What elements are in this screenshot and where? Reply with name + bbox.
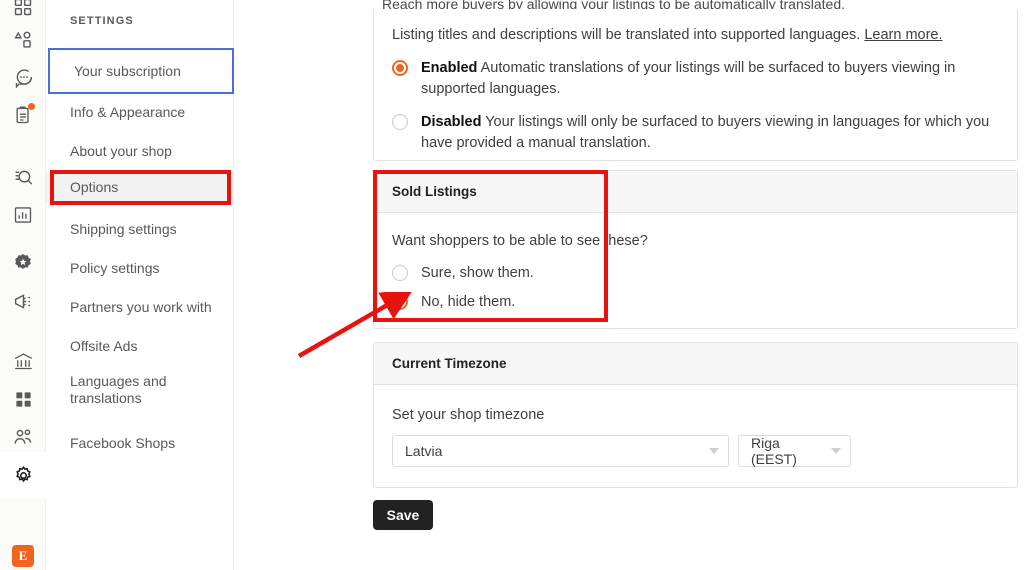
radio-enabled[interactable] <box>392 60 408 76</box>
translations-option-disabled[interactable]: Disabled Your listings will only be surf… <box>392 112 999 154</box>
sidebar-item-label: Info & Appearance <box>70 104 186 120</box>
timezone-country-select[interactable]: Latvia <box>392 435 729 467</box>
sidebar-item-options[interactable]: Options <box>46 172 234 203</box>
sold-listings-title: Sold Listings <box>374 171 1017 213</box>
timezone-title: Current Timezone <box>374 343 1017 385</box>
translations-option-enabled-desc: Automatic translations of your listings … <box>421 60 956 97</box>
timezone-city-value: Riga (EEST) <box>751 435 797 467</box>
translations-option-enabled[interactable]: Enabled Automatic translations of your l… <box>392 58 999 100</box>
icon-rail: E <box>0 0 46 570</box>
sidebar-item-partners-you-work-with[interactable]: Partners you work with <box>46 291 234 323</box>
timezone-field-label: Set your shop timezone <box>392 407 545 423</box>
sidebar-item-policy-settings[interactable]: Policy settings <box>46 252 234 284</box>
orders-badge-dot <box>28 103 35 110</box>
marketing-megaphone-icon[interactable] <box>0 278 46 324</box>
translations-option-disabled-desc: Your listings will only be surfaced to b… <box>421 114 990 151</box>
stats-icon[interactable] <box>0 192 46 238</box>
sold-listings-card: Sold Listings Want shoppers to be able t… <box>373 170 1018 329</box>
main-content: Reach more buyers by allowing your listi… <box>234 0 1024 570</box>
timezone-select-row: Latvia Riga (EEST) <box>392 435 999 467</box>
orders-icon[interactable] <box>0 92 46 138</box>
learn-more-link[interactable]: Learn more. <box>864 27 942 43</box>
translations-option-enabled-text: Enabled Automatic translations of your l… <box>421 58 976 100</box>
translations-option-disabled-bold: Disabled <box>421 114 482 130</box>
sidebar-item-label: About your shop <box>70 143 172 159</box>
translations-card: Listing titles and descriptions will be … <box>373 9 1018 161</box>
sidebar-item-shipping-settings[interactable]: Shipping settings <box>46 213 234 245</box>
sold-listings-option-show[interactable]: Sure, show them. <box>392 263 999 284</box>
translations-description-text: Listing titles and descriptions will be … <box>392 27 861 43</box>
sold-listings-option-hide-label: No, hide them. <box>421 294 516 310</box>
radio-sure-show-them[interactable] <box>392 265 408 281</box>
timezone-country-value: Latvia <box>405 443 443 459</box>
translations-description: Listing titles and descriptions will be … <box>392 25 999 46</box>
sidebar-item-label: Offsite Ads <box>70 337 138 354</box>
chevron-down-icon <box>709 448 719 454</box>
app-window: E SETTINGS Your subscription Info & Appe… <box>0 0 1024 570</box>
sidebar-item-offsite-ads[interactable]: Offsite Ads <box>46 330 234 362</box>
sidebar-item-label: Shipping settings <box>70 220 177 237</box>
brand-logo[interactable]: E <box>12 545 34 567</box>
sidebar-heading: SETTINGS <box>70 15 134 27</box>
sidebar-item-label: Facebook Shops <box>70 434 176 451</box>
sidebar-item-about-your-shop[interactable]: About your shop <box>46 135 234 168</box>
translations-option-enabled-bold: Enabled <box>421 60 478 76</box>
chevron-down-icon <box>831 448 841 454</box>
sidebar-item-label: Partners you work with <box>70 298 212 315</box>
timezone-city-select[interactable]: Riga (EEST) <box>738 435 851 467</box>
radio-disabled[interactable] <box>392 114 408 130</box>
settings-sidebar: SETTINGS Your subscription Info & Appear… <box>46 0 234 570</box>
sold-listings-option-hide[interactable]: No, hide them. <box>392 292 999 313</box>
sidebar-item-languages-and-translations[interactable]: Languages and translations <box>46 369 234 411</box>
sidebar-item-label: Your subscription <box>74 62 181 79</box>
sidebar-item-label: Policy settings <box>70 259 160 276</box>
settings-gear-icon[interactable] <box>0 452 46 498</box>
sidebar-item-label: Languages and translations <box>70 373 167 406</box>
sidebar-item-your-subscription[interactable]: Your subscription <box>48 48 234 94</box>
sold-listings-question: Want shoppers to be able to see these? <box>392 233 648 249</box>
save-button[interactable]: Save <box>373 500 433 530</box>
current-timezone-card: Current Timezone Set your shop timezone … <box>373 342 1018 488</box>
sold-listings-option-show-label: Sure, show them. <box>421 265 534 281</box>
sidebar-item-label: Options <box>70 179 119 195</box>
radio-no-hide-them[interactable] <box>392 294 408 310</box>
sidebar-item-info-appearance[interactable]: Info & Appearance <box>46 96 234 129</box>
translations-option-disabled-text: Disabled Your listings will only be surf… <box>421 112 999 154</box>
sidebar-item-facebook-shops[interactable]: Facebook Shops <box>46 427 234 459</box>
